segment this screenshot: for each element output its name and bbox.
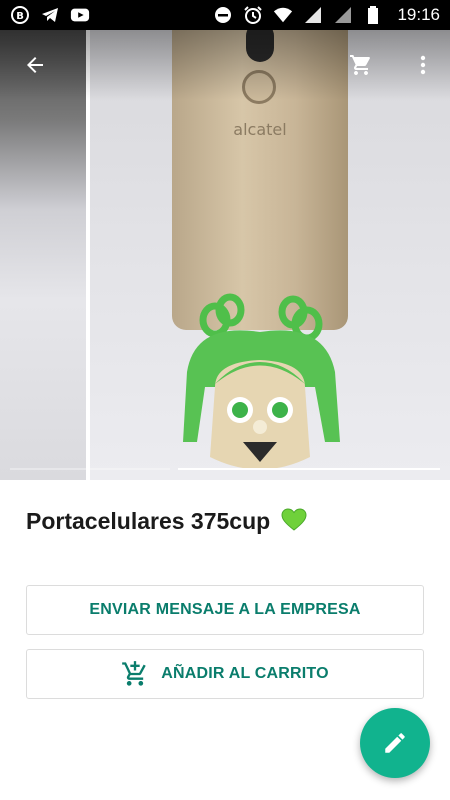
wifi-icon xyxy=(273,5,293,25)
back-button[interactable] xyxy=(11,41,59,89)
add-to-cart-icon xyxy=(121,660,149,688)
add-to-cart-label: AÑADIR AL CARRITO xyxy=(161,665,329,682)
send-message-button[interactable]: ENVIAR MENSAJE A LA EMPRESA xyxy=(26,585,424,635)
more-vert-icon xyxy=(420,55,426,75)
do-not-disturb-icon xyxy=(213,5,233,25)
whatsapp-business-icon: B xyxy=(10,5,30,25)
status-time: 19:16 xyxy=(397,5,440,24)
page-indicator-active xyxy=(178,468,440,470)
phone-brand-logo: alcatel xyxy=(233,120,287,139)
battery-icon xyxy=(363,5,383,25)
alarm-icon xyxy=(243,5,263,25)
add-to-cart-button[interactable]: AÑADIR AL CARRITO xyxy=(26,649,424,699)
cart-button[interactable] xyxy=(337,41,385,89)
send-message-label: ENVIAR MENSAJE A LA EMPRESA xyxy=(89,601,361,618)
signal-icon xyxy=(333,5,353,25)
product-title-text: Portacelulares 375cup xyxy=(26,508,271,534)
youtube-icon xyxy=(70,5,90,25)
image-page-indicator xyxy=(10,468,440,470)
more-options-button[interactable] xyxy=(399,41,447,89)
status-right-icons: 19:16 xyxy=(213,5,440,25)
cart-icon xyxy=(350,55,370,75)
product-title: Portacelulares 375cup xyxy=(26,508,307,538)
page-indicator-inactive xyxy=(10,468,170,470)
image-top-bar xyxy=(0,30,450,100)
doll-phone-holder-illustration xyxy=(183,293,340,470)
edit-icon xyxy=(385,733,405,753)
status-bar: B 19:16 xyxy=(0,0,450,30)
green-heart-icon xyxy=(281,508,307,538)
edit-fab-button[interactable] xyxy=(360,708,430,778)
signal-icon xyxy=(303,5,323,25)
telegram-icon xyxy=(40,5,60,25)
status-left-icons: B xyxy=(10,5,90,25)
arrow-left-icon xyxy=(27,57,43,73)
svg-text:B: B xyxy=(16,11,24,22)
